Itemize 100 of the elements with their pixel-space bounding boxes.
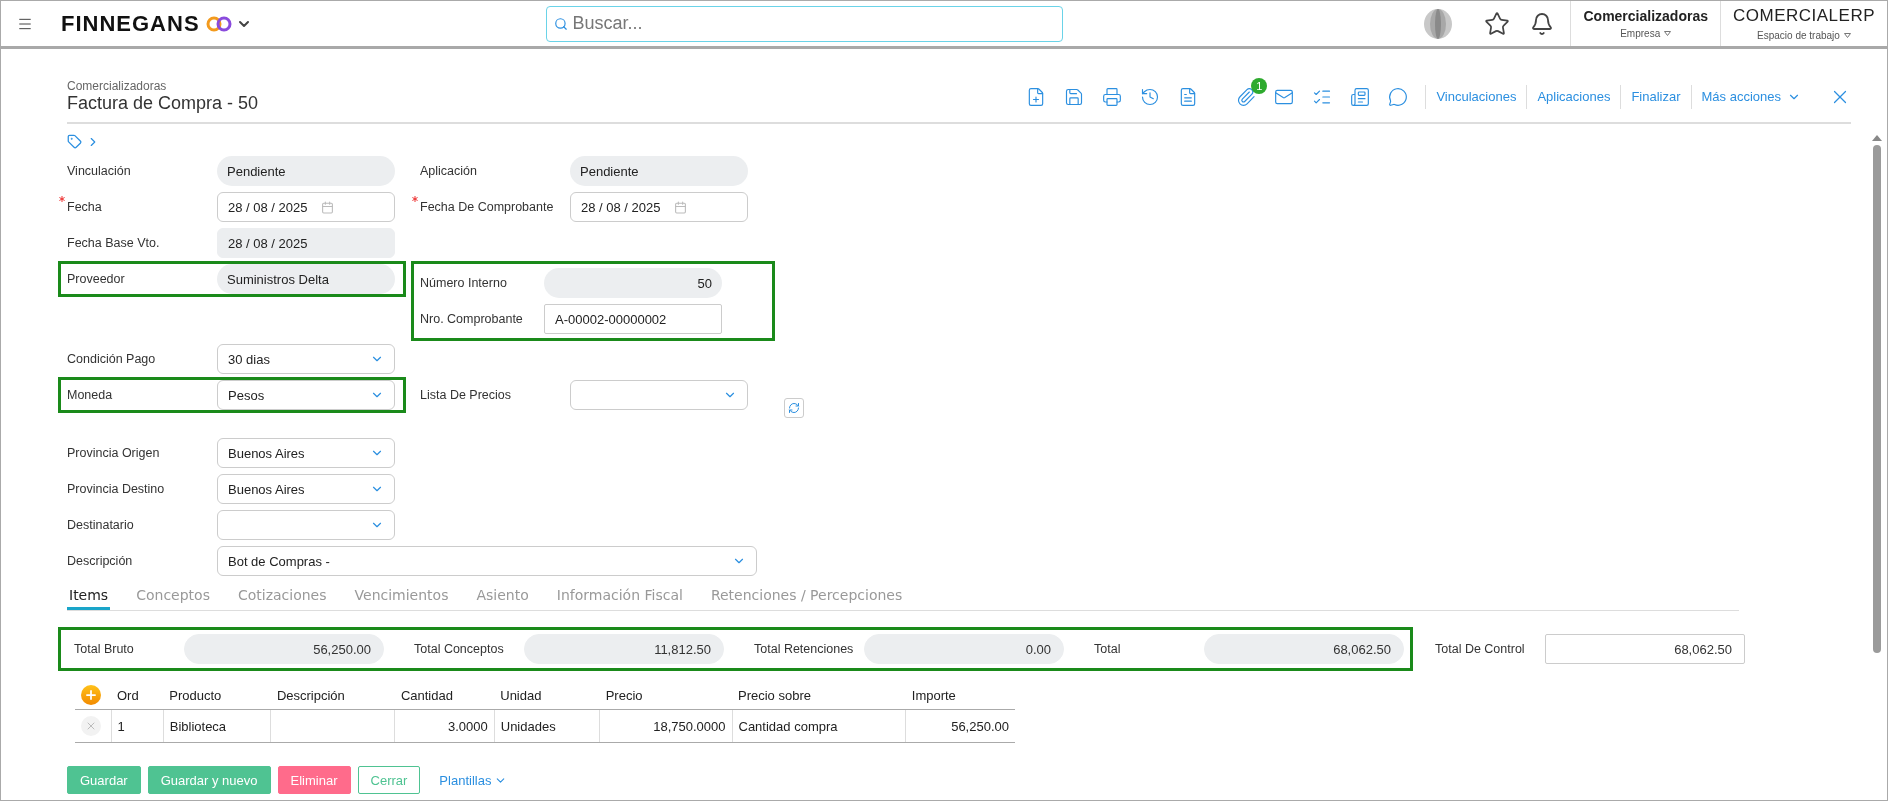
search-field[interactable]: Buscar... — [545, 5, 1063, 42]
toolbar-link[interactable]: Finalizar — [1620, 84, 1691, 109]
delete-row-button[interactable] — [81, 716, 101, 736]
tab[interactable]: Vencimientos — [352, 585, 451, 610]
column-header: Importe — [905, 681, 1015, 710]
column-header: Precio — [599, 681, 732, 710]
favorites-button[interactable] — [1484, 10, 1511, 37]
add-row-button[interactable] — [81, 685, 101, 705]
history-icon — [1140, 86, 1161, 107]
table-cell: Unidades — [494, 709, 600, 743]
refresh-icon — [788, 402, 800, 414]
tab[interactable]: Asiento — [474, 585, 531, 610]
field-label: Lista De Precios — [420, 388, 512, 402]
total-value: 68,062.50 — [1204, 634, 1404, 664]
toolbar-link[interactable]: Aplicaciones — [1526, 84, 1621, 109]
field-label: Proveedor — [67, 272, 126, 286]
total-label: Total Retenciones — [754, 642, 855, 656]
field-label: Condición Pago — [67, 352, 157, 366]
date-field[interactable]: 28 / 08 / 2025 — [570, 192, 748, 222]
field-label: Moneda — [67, 388, 114, 402]
total-label: Total — [1094, 642, 1122, 656]
page-title: Factura de Compra - 50 — [67, 93, 259, 114]
date-field[interactable]: 28 / 08 / 2025 — [217, 192, 395, 222]
workspace-selector[interactable]: COMERCIALERP Espacio de trabajo — [1719, 1, 1887, 46]
text-field[interactable]: A-00002-00000002 — [544, 304, 722, 334]
dropdown-field[interactable]: Pesos — [217, 380, 395, 410]
table-cell: 18,750.0000 — [599, 709, 732, 743]
field-label: Descripción — [67, 554, 134, 568]
caret-icon — [1843, 33, 1851, 38]
dropdown-field[interactable]: 30 dias — [217, 344, 395, 374]
comment-icon — [1388, 86, 1409, 107]
count-badge: 1 — [1251, 77, 1268, 94]
table-cell: Biblioteca — [163, 709, 271, 743]
tab[interactable]: Conceptos — [134, 585, 212, 610]
dropdown-field[interactable] — [217, 510, 395, 540]
tag-icon — [67, 134, 82, 149]
field-label: Fecha De Comprobante — [420, 200, 570, 214]
action-button[interactable]: Cerrar — [357, 766, 421, 794]
column-header: Ord — [111, 681, 164, 710]
tab[interactable]: Retenciones / Percepciones — [708, 585, 905, 610]
more-actions-link[interactable]: Más acciones — [1690, 84, 1811, 109]
column-header: Cantidad — [394, 681, 495, 710]
column-header: Unidad — [494, 681, 600, 710]
company-selector[interactable]: Comercializadoras Empresa — [1570, 1, 1720, 46]
readonly-field: Pendiente — [570, 156, 748, 186]
total-value: 56,250.00 — [184, 634, 384, 664]
field-label: Provincia Origen — [67, 446, 161, 460]
field-label: Vinculación — [67, 164, 132, 178]
caret-icon — [1664, 31, 1672, 36]
sphere-icon — [1422, 7, 1455, 40]
field-label: Fecha — [67, 200, 217, 214]
refresh-button[interactable] — [784, 398, 804, 418]
column-header: Producto — [163, 681, 271, 710]
dropdown-field[interactable] — [570, 380, 748, 410]
field-label: Destinatario — [67, 518, 135, 532]
table-cell: 1 — [111, 709, 164, 743]
tab[interactable]: Información Fiscal — [554, 585, 685, 610]
field-label: Provincia Destino — [67, 482, 166, 496]
readonly-field: 50 — [544, 268, 722, 298]
dropdown-field[interactable]: Bot de Compras - — [217, 546, 757, 576]
table-cell: 3.0000 — [394, 709, 495, 743]
table-cell: Cantidad compra — [732, 709, 906, 743]
templates-link[interactable]: Plantillas — [427, 766, 520, 794]
plus-icon — [84, 688, 98, 702]
breadcrumb-text: Comercializadoras — [67, 79, 168, 93]
dropdown-field[interactable]: Buenos Aires — [217, 438, 395, 468]
field-label: Número Interno — [420, 276, 508, 290]
notifications-button[interactable] — [1530, 11, 1555, 36]
field-label: Nro. Comprobante — [420, 312, 524, 326]
readonly-field: Pendiente — [217, 156, 395, 186]
toolbar-link[interactable]: Vinculaciones — [1425, 84, 1527, 109]
tab[interactable]: Items — [67, 585, 111, 610]
column-header: Descripción — [270, 681, 395, 710]
total-label: Total Conceptos — [414, 642, 505, 656]
dropdown-field[interactable]: Buenos Aires — [217, 474, 395, 504]
field-label: Aplicación — [420, 164, 478, 178]
total-value: 11,812.50 — [524, 634, 724, 664]
total-value: 0.00 — [864, 634, 1064, 664]
action-button[interactable]: Guardar — [67, 766, 141, 794]
calendar-icon — [673, 200, 687, 214]
total-label: Total Bruto — [74, 642, 135, 656]
newspaper-icon — [1350, 86, 1371, 107]
action-button[interactable]: Guardar y nuevo — [147, 766, 271, 794]
print-icon — [1102, 86, 1123, 107]
action-button[interactable]: Eliminar — [277, 766, 351, 794]
readonly-field: Suministros Delta — [217, 264, 395, 294]
column-header: Precio sobre — [732, 681, 906, 710]
control-total-field[interactable]: 68,062.50 — [1545, 634, 1745, 664]
brand-logo: FINNEGANS — [61, 10, 200, 37]
save-icon — [1064, 86, 1085, 107]
search-icon — [553, 16, 568, 31]
table-cell: 56,250.00 — [905, 709, 1015, 743]
paperclip-icon — [1236, 86, 1257, 107]
calendar-icon — [320, 200, 334, 214]
tab[interactable]: Cotizaciones — [235, 585, 329, 610]
total-label: Total De Control — [1435, 642, 1526, 656]
logo-icon — [205, 15, 232, 32]
close-icon — [85, 720, 97, 732]
date-field: 28 / 08 / 2025 — [217, 228, 395, 258]
field-label: Fecha Base Vto. — [67, 236, 161, 250]
